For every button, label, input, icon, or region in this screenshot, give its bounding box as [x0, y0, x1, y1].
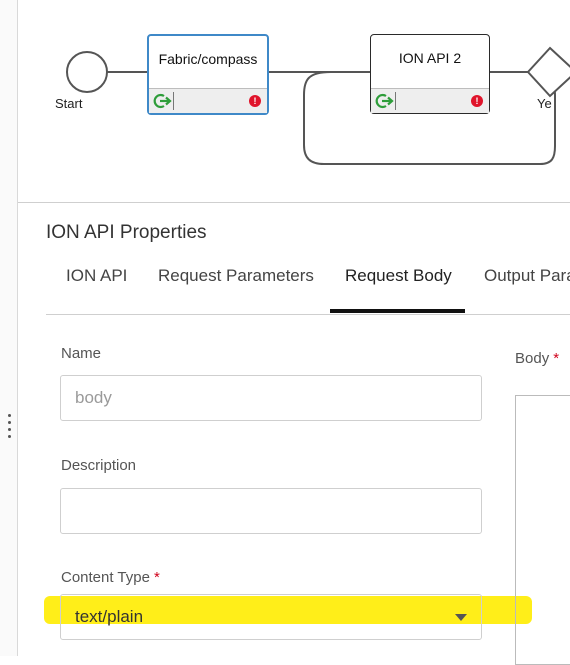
exit-arrow-icon[interactable] — [153, 92, 174, 110]
chevron-down-icon[interactable] — [455, 614, 467, 621]
node-ion-api-2[interactable]: ION API 2 ! — [370, 34, 490, 114]
panel-title: ION API Properties — [46, 222, 207, 243]
left-splitter[interactable] — [0, 0, 18, 656]
start-node-circle — [66, 51, 108, 93]
body-label-text: Body — [515, 350, 550, 367]
properties-tabs: ION API Request Parameters Request Body … — [46, 252, 570, 315]
content-type-label: Content Type * — [61, 569, 160, 586]
exit-arrow-icon[interactable] — [375, 92, 396, 110]
name-field[interactable] — [60, 375, 482, 421]
node-title: Fabric/compass — [158, 51, 258, 67]
tab-request-body[interactable]: Request Body — [345, 266, 452, 286]
active-tab-indicator — [330, 309, 465, 313]
description-field[interactable] — [60, 488, 482, 534]
body-editor[interactable] — [515, 395, 570, 665]
required-mark: * — [153, 569, 160, 586]
tab-request-parameters[interactable]: Request Parameters — [158, 266, 314, 286]
decision-node — [526, 46, 570, 98]
content-type-select[interactable]: text/plain — [60, 594, 482, 640]
content-type-value: text/plain — [75, 607, 144, 626]
required-mark: * — [553, 350, 560, 367]
node-footer: ! — [149, 88, 267, 113]
name-input[interactable] — [61, 376, 481, 420]
description-input[interactable] — [61, 489, 481, 533]
error-icon[interactable]: ! — [249, 95, 261, 107]
node-footer: ! — [371, 88, 489, 113]
tab-output-parameters[interactable]: Output Para — [484, 266, 570, 286]
description-label: Description — [61, 457, 137, 474]
start-label: Start — [55, 96, 83, 111]
node-fabric-compass[interactable]: Fabric/compass ! — [147, 34, 269, 115]
node-title: ION API 2 — [398, 50, 462, 66]
yes-label: Ye — [537, 96, 552, 111]
content-type-label-text: Content Type — [61, 569, 150, 586]
body-label: Body * — [515, 350, 559, 367]
tab-ion-api[interactable]: ION API — [66, 266, 127, 286]
error-icon[interactable]: ! — [471, 95, 483, 107]
drag-handle-icon[interactable] — [8, 414, 12, 442]
name-label: Name — [61, 345, 102, 362]
